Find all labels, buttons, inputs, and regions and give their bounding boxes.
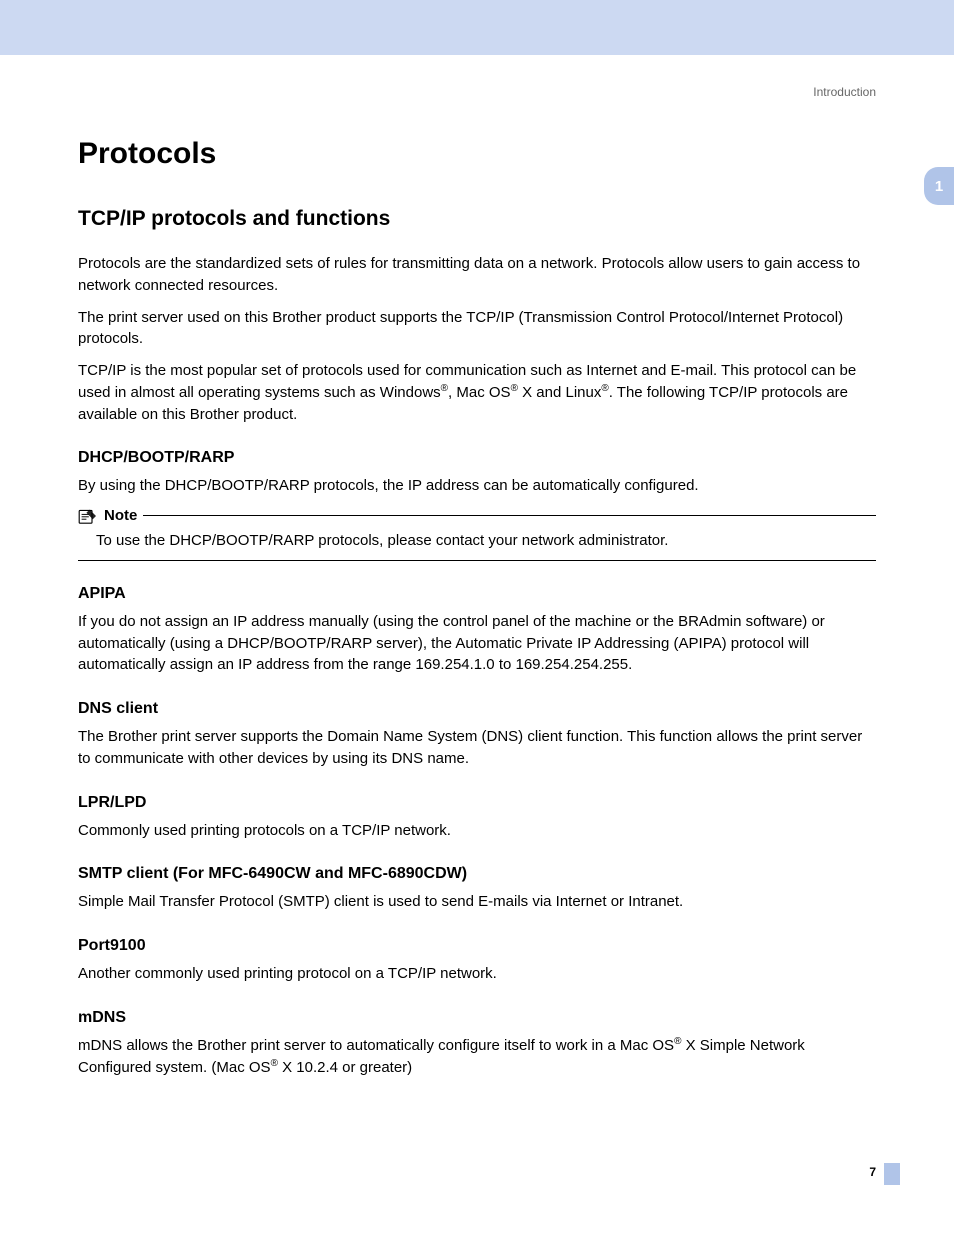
mdns-part-a: mDNS allows the Brother print server to …: [78, 1037, 674, 1054]
intro-paragraph-2: The print server used on this Brother pr…: [78, 307, 876, 351]
page-title: Protocols: [78, 137, 876, 171]
subheading-dns: DNS client: [78, 700, 876, 718]
note-body: To use the DHCP/BOOTP/RARP protocols, pl…: [78, 524, 876, 560]
top-accent-bar: [0, 0, 954, 55]
note-header-rule: [143, 515, 876, 516]
header-section-label: Introduction: [813, 85, 876, 99]
page-number-accent: [884, 1163, 900, 1185]
registered-mark: ®: [271, 1058, 278, 1069]
body-smtp: Simple Mail Transfer Protocol (SMTP) cli…: [78, 891, 876, 913]
body-apipa: If you do not assign an IP address manua…: [78, 611, 876, 676]
subheading-apipa: APIPA: [78, 585, 876, 603]
note-icon: [78, 508, 98, 524]
subheading-port9100: Port9100: [78, 937, 876, 955]
note-header: Note: [78, 507, 876, 524]
registered-mark: ®: [441, 383, 448, 394]
body-dns: The Brother print server supports the Do…: [78, 726, 876, 770]
body-mdns: mDNS allows the Brother print server to …: [78, 1035, 876, 1079]
note-block: Note To use the DHCP/BOOTP/RARP protocol…: [78, 507, 876, 561]
subheading-smtp: SMTP client (For MFC-6490CW and MFC-6890…: [78, 865, 876, 883]
body-port9100: Another commonly used printing protocol …: [78, 963, 876, 985]
mdns-part-c: X 10.2.4 or greater): [278, 1059, 412, 1076]
note-label: Note: [104, 507, 137, 524]
intro-paragraph-1: Protocols are the standardized sets of r…: [78, 253, 876, 297]
intro-p3-part-b: , Mac OS: [448, 384, 511, 401]
content-area: Protocols TCP/IP protocols and functions…: [0, 137, 954, 1128]
intro-p3-part-c: X and Linux: [518, 384, 601, 401]
document-page: Introduction 1 Protocols TCP/IP protocol…: [0, 0, 954, 1235]
note-footer-rule: [78, 560, 876, 561]
page-number: 7: [869, 1165, 876, 1179]
registered-mark: ®: [601, 383, 608, 394]
subheading-dhcp: DHCP/BOOTP/RARP: [78, 449, 876, 467]
chapter-tab: 1: [924, 167, 954, 205]
body-dhcp: By using the DHCP/BOOTP/RARP protocols, …: [78, 475, 876, 497]
subheading-lpr: LPR/LPD: [78, 794, 876, 812]
body-lpr: Commonly used printing protocols on a TC…: [78, 820, 876, 842]
section-heading-tcpip: TCP/IP protocols and functions: [78, 207, 876, 231]
registered-mark: ®: [511, 383, 518, 394]
subheading-mdns: mDNS: [78, 1009, 876, 1027]
intro-paragraph-3: TCP/IP is the most popular set of protoc…: [78, 360, 876, 425]
